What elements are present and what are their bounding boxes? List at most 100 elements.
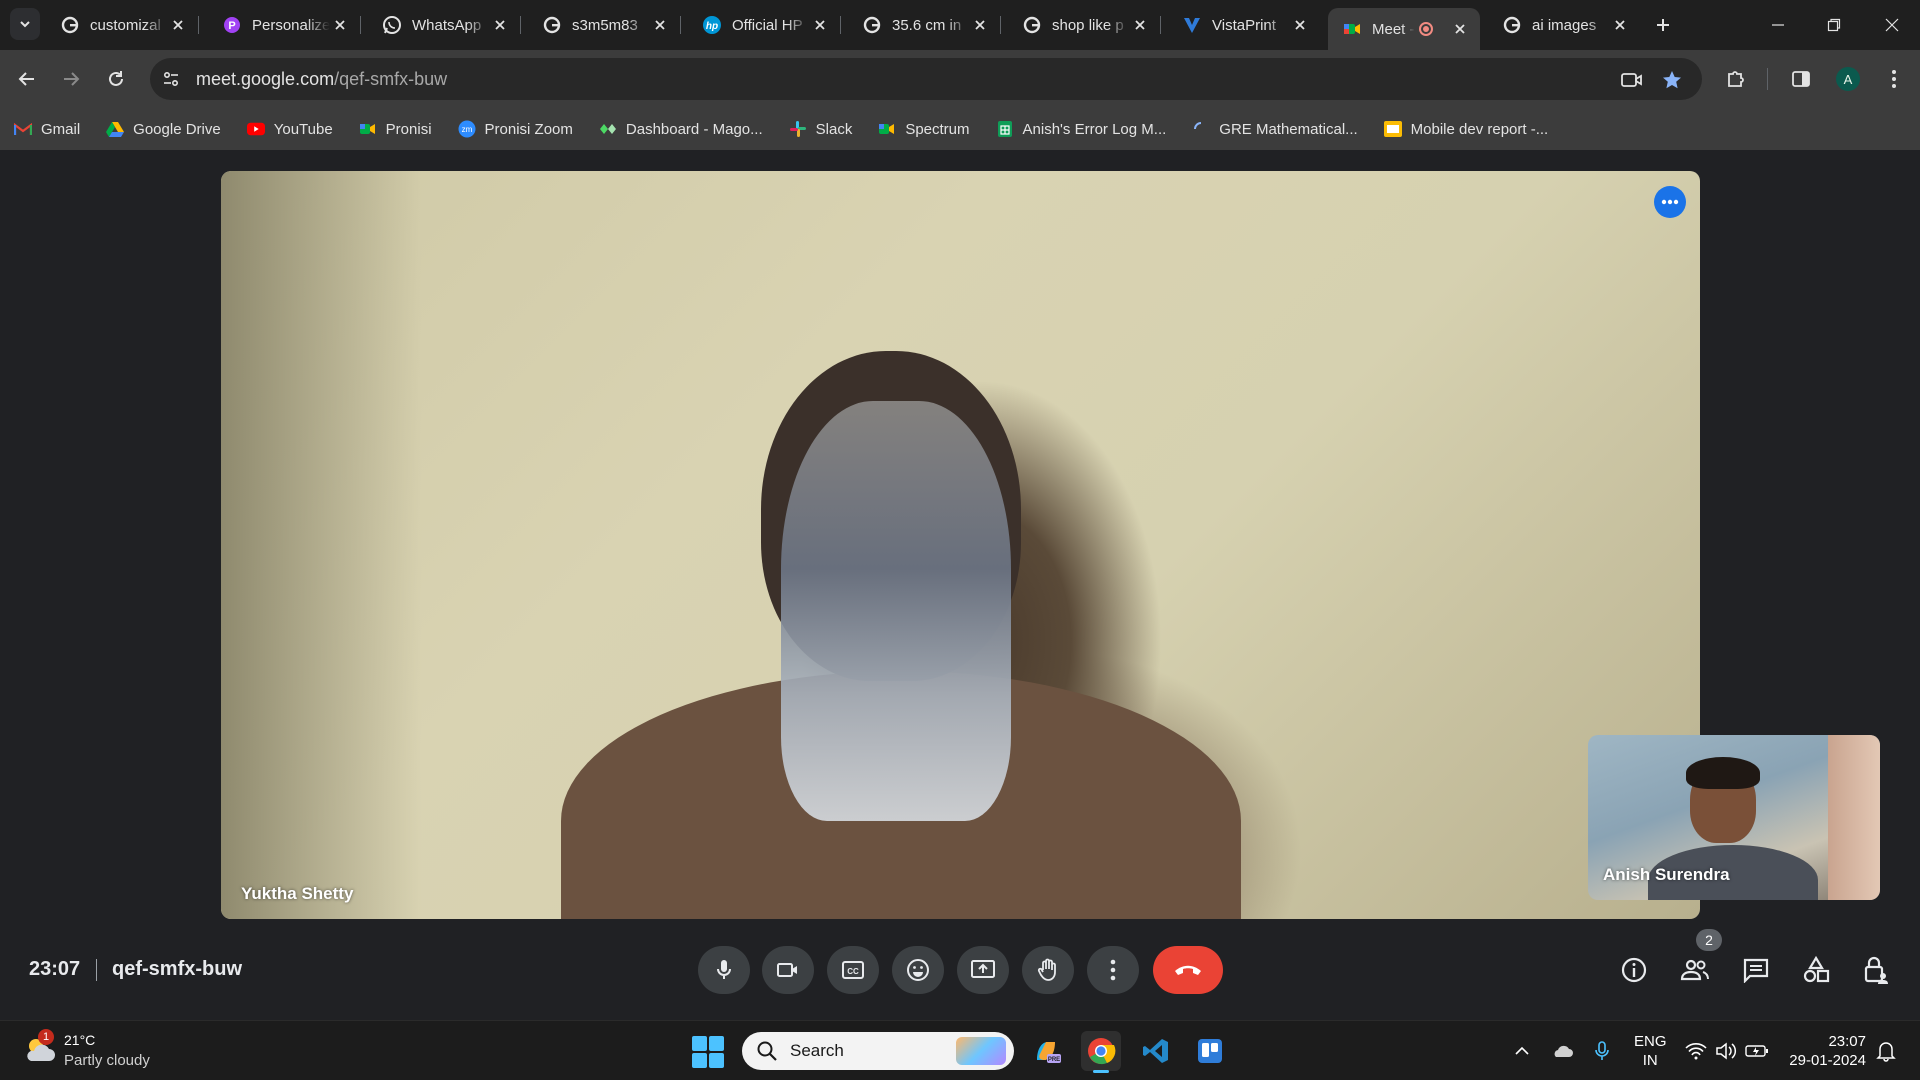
tab-vistaprint[interactable]: VistaPrint (1168, 6, 1320, 44)
new-tab-button[interactable] (1650, 12, 1676, 38)
onedrive-tray-button[interactable] (1550, 1039, 1574, 1063)
battery-tray-button[interactable] (1745, 1039, 1769, 1063)
svg-text:PRE: PRE (1048, 1057, 1060, 1063)
browser-menu-button[interactable] (1880, 65, 1908, 93)
taskbar-app-chrome[interactable] (1081, 1031, 1121, 1073)
more-options-button[interactable] (1087, 946, 1139, 994)
windows-logo-icon (709, 1053, 724, 1068)
forward-button[interactable] (55, 63, 87, 95)
bookmark-gre-mathematical[interactable]: GRE Mathematical... (1192, 120, 1358, 138)
participant-count-badge: 2 (1696, 929, 1722, 951)
close-icon[interactable] (1610, 15, 1630, 35)
tab-title: ai images (1532, 16, 1597, 34)
close-icon (1885, 18, 1899, 32)
close-icon[interactable] (168, 15, 188, 35)
tab-whatsapp[interactable]: WhatsApp (368, 6, 521, 44)
camera-button[interactable] (762, 946, 814, 994)
camera-in-use-icon[interactable] (1620, 68, 1644, 92)
tab-ai-images[interactable]: ai images (1488, 6, 1640, 44)
taskbar-app-copilot[interactable]: PRE (1026, 1031, 1066, 1071)
chat-button[interactable] (1738, 952, 1774, 988)
extensions-button[interactable] (1722, 65, 1750, 93)
minimize-button[interactable] (1758, 10, 1798, 40)
tab-official-hp[interactable]: hp Official HP (688, 6, 841, 44)
meeting-details-button[interactable] (1616, 952, 1652, 988)
microphone-tray-button[interactable] (1590, 1039, 1614, 1063)
chevron-down-icon (20, 21, 30, 28)
close-icon[interactable] (970, 15, 990, 35)
tab-personalize[interactable]: P Personalize (208, 6, 361, 44)
bookmark-pronisi-zoom[interactable]: zm Pronisi Zoom (458, 120, 573, 138)
bookmark-mobile-dev-report[interactable]: Mobile dev report -... (1383, 120, 1548, 138)
address-bar[interactable]: meet.google.com/qef-smfx-buw (150, 58, 1702, 100)
weather-temperature[interactable]: 21°C (64, 1032, 95, 1048)
present-screen-button[interactable] (957, 946, 1009, 994)
wifi-tray-button[interactable] (1684, 1039, 1708, 1063)
info-icon (1621, 957, 1647, 983)
taskbar-clock[interactable]: 23:07 29-01-2024 (1786, 1032, 1866, 1070)
tab-meet-active[interactable]: Meet - (1328, 8, 1480, 50)
close-icon[interactable] (1450, 19, 1470, 39)
language-indicator[interactable]: ENG IN (1634, 1032, 1667, 1070)
notifications-button[interactable] (1874, 1039, 1898, 1063)
start-button[interactable] (692, 1036, 724, 1068)
active-app-indicator (1093, 1070, 1109, 1073)
window-close-button[interactable] (1872, 10, 1912, 40)
bookmark-dashboard[interactable]: Dashboard - Mago... (599, 120, 763, 138)
bookmark-error-log[interactable]: Anish's Error Log M... (996, 120, 1167, 138)
show-hidden-icons-button[interactable] (1510, 1039, 1534, 1063)
restore-button[interactable] (1814, 10, 1854, 40)
close-icon[interactable] (490, 15, 510, 35)
bookmark-star-icon[interactable] (1660, 68, 1684, 92)
main-participant-video[interactable]: Yuktha Shetty (221, 171, 1700, 919)
site-info-icon[interactable] (160, 68, 182, 90)
bookmark-spectrum[interactable]: Spectrum (878, 120, 970, 138)
self-view-video[interactable]: Anish Surendra (1588, 735, 1880, 900)
close-icon[interactable] (330, 15, 350, 35)
weather-alert-badge: 1 (38, 1029, 54, 1045)
emoji-icon (907, 959, 929, 981)
reactions-button[interactable] (892, 946, 944, 994)
bookmark-label: Anish's Error Log M... (1022, 120, 1167, 138)
tab-title: VistaPrint (1212, 16, 1276, 34)
taskbar-search-box[interactable]: Search (742, 1032, 1014, 1070)
close-icon[interactable] (1130, 15, 1150, 35)
taskbar-app-vscode[interactable] (1136, 1031, 1176, 1071)
bookmark-gmail[interactable]: Gmail (14, 120, 80, 138)
dashboard-icon (599, 120, 617, 138)
volume-tray-button[interactable] (1714, 1039, 1738, 1063)
bookmark-slack[interactable]: Slack (789, 120, 852, 138)
bookmark-youtube[interactable]: YouTube (246, 120, 333, 138)
taskbar-app-trello[interactable] (1190, 1031, 1230, 1071)
tab-divider (840, 16, 841, 34)
close-icon[interactable] (650, 15, 670, 35)
reload-button[interactable] (100, 63, 132, 95)
tab-title: Personalize (252, 16, 330, 34)
back-button[interactable] (11, 63, 43, 95)
tab-customizal[interactable]: customizal (46, 6, 199, 44)
leave-call-button[interactable] (1153, 946, 1223, 994)
raise-hand-button[interactable] (1022, 946, 1074, 994)
tab-shop-like[interactable]: shop like p (1008, 6, 1161, 44)
bookmark-pronisi[interactable]: Pronisi (359, 120, 432, 138)
meeting-clock: 23:07 (29, 958, 81, 980)
host-controls-button[interactable] (1858, 952, 1894, 988)
people-button[interactable] (1677, 952, 1713, 988)
tile-options-button[interactable] (1654, 186, 1686, 218)
svg-text:CC: CC (847, 967, 859, 976)
captions-button[interactable]: CC (827, 946, 879, 994)
close-icon[interactable] (810, 15, 830, 35)
side-panel-button[interactable] (1787, 65, 1815, 93)
present-screen-icon (971, 960, 995, 978)
microphone-button[interactable] (698, 946, 750, 994)
tab-35-6-cm[interactable]: 35.6 cm in (848, 6, 1001, 44)
vistaprint-icon (1182, 15, 1202, 35)
bookmark-google-drive[interactable]: Google Drive (106, 120, 221, 138)
close-icon[interactable] (1290, 15, 1310, 35)
wifi-icon (1685, 1043, 1707, 1060)
tab-s3m5m83[interactable]: s3m5m83 (528, 6, 681, 44)
weather-condition[interactable]: Partly cloudy (64, 1052, 150, 1069)
profile-button[interactable]: A (1834, 65, 1862, 93)
tab-search-button[interactable] (10, 8, 40, 40)
activities-button[interactable] (1798, 952, 1834, 988)
